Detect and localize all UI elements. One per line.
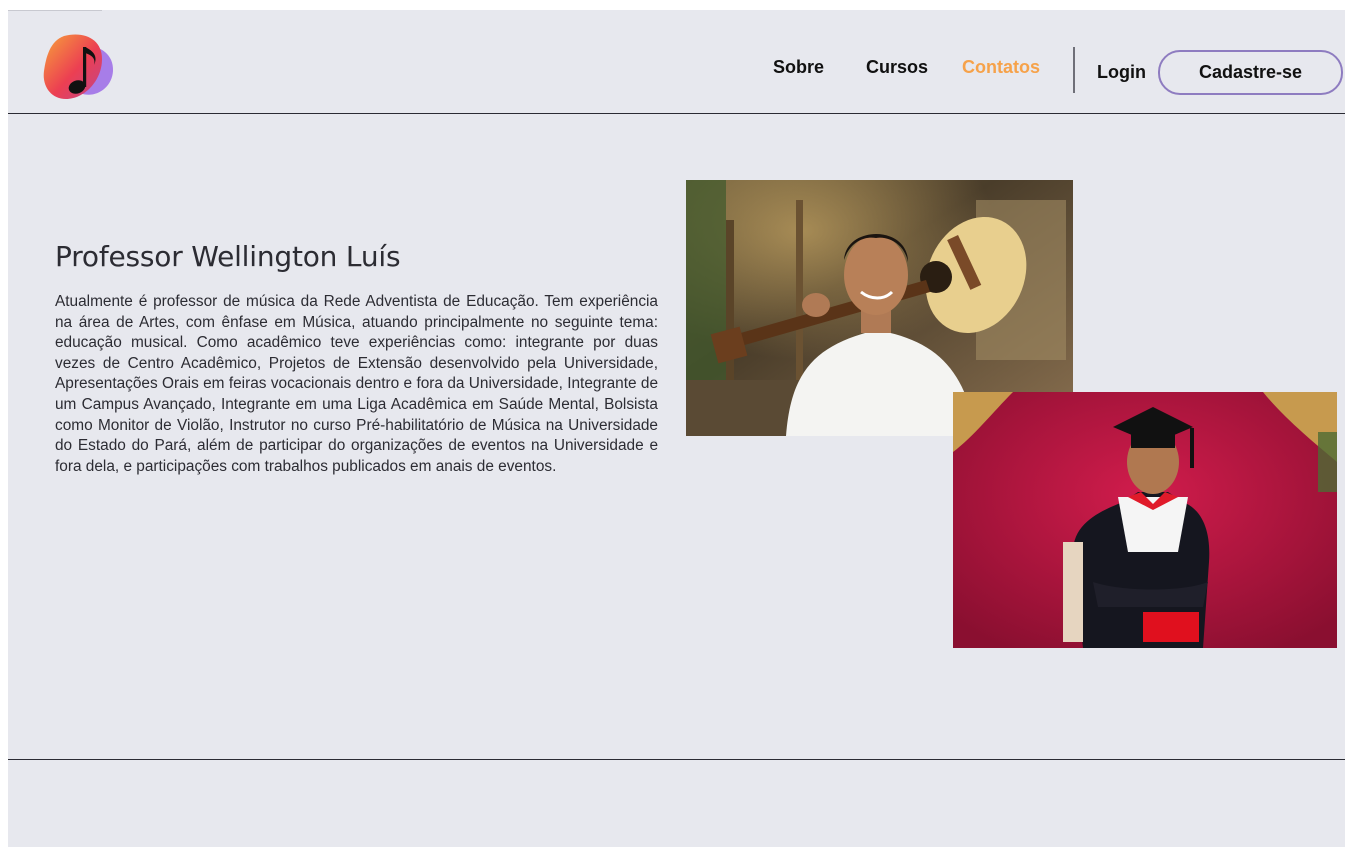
nav-divider [1073,47,1075,93]
signup-button[interactable]: Cadastre-se [1158,50,1343,95]
professor-graduation-photo [953,392,1337,648]
nav-sobre-link[interactable]: Sobre [773,57,824,78]
footer-divider [8,759,1345,760]
nav-cursos-link[interactable]: Cursos [866,57,928,78]
logo-music-note-icon[interactable] [42,33,116,101]
header-divider [8,113,1345,114]
top-edge-mark [8,10,102,11]
login-link[interactable]: Login [1097,62,1146,83]
professor-bio: Atualmente é professor de música da Rede… [55,293,658,475]
nav-contatos-link[interactable]: Contatos [962,57,1040,78]
professor-name: Professor Wellington Luís [55,240,401,273]
